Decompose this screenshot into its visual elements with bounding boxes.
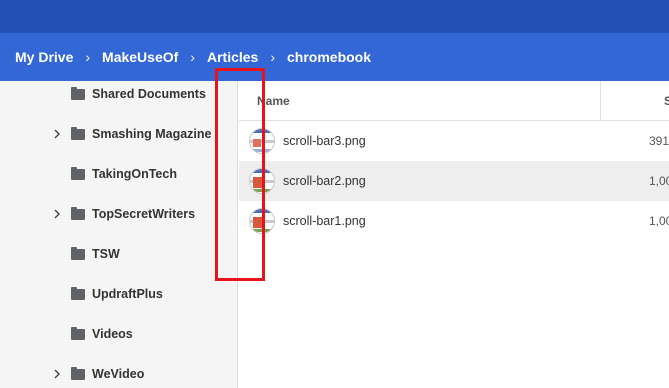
folder-icon — [71, 326, 85, 340]
file-size: 391 — [649, 134, 669, 148]
breadcrumb-articles[interactable]: Articles — [207, 49, 258, 65]
folder-icon — [71, 366, 85, 380]
tree-item-label: TSW — [92, 247, 120, 261]
tree-item-label: TopSecretWriters — [92, 207, 196, 221]
column-divider[interactable] — [600, 81, 601, 121]
breadcrumb-separator-icon: › — [190, 49, 195, 65]
tree-item-label: Shared Documents — [92, 87, 206, 101]
folder-icon — [71, 246, 85, 260]
tree-item-label: UpdraftPlus — [92, 287, 163, 301]
chevron-right-icon[interactable] — [52, 368, 62, 380]
image-thumbnail-icon — [249, 128, 275, 154]
folder-icon — [71, 286, 85, 300]
tree-item-videos[interactable]: Videos — [0, 314, 237, 354]
file-row[interactable]: scroll-bar3.png 391 — [239, 121, 669, 161]
breadcrumb: My Drive › MakeUseOf › Articles › chrome… — [0, 33, 669, 81]
chevron-right-icon[interactable] — [52, 128, 62, 140]
folder-icon — [71, 126, 85, 140]
column-header-name[interactable]: Name — [257, 94, 290, 108]
file-size: 1,008 — [649, 214, 669, 228]
tree-item-topsecretwriters[interactable]: TopSecretWriters — [0, 194, 237, 234]
file-list: Name S scroll-bar3.png 391 scroll-bar2.p… — [239, 81, 669, 388]
breadcrumb-my-drive[interactable]: My Drive — [15, 49, 73, 65]
tree-item-updraftplus[interactable]: UpdraftPlus — [0, 274, 237, 314]
breadcrumb-makeuseof[interactable]: MakeUseOf — [102, 49, 178, 65]
image-thumbnail-icon — [249, 168, 275, 194]
folder-icon — [71, 206, 85, 220]
breadcrumb-separator-icon: › — [270, 49, 275, 65]
tree-item-tsw[interactable]: TSW — [0, 234, 237, 274]
folder-icon — [71, 166, 85, 180]
folder-tree: Shared Documents Smashing Magazine Takin… — [0, 81, 238, 388]
breadcrumb-separator-icon: › — [85, 49, 91, 65]
file-name: scroll-bar1.png — [283, 214, 366, 228]
file-row[interactable]: scroll-bar2.png 1,008 — [239, 161, 669, 201]
tree-item-label: WeVideo — [92, 367, 145, 381]
chevron-right-icon[interactable] — [52, 208, 62, 220]
tree-item-label: Smashing Magazine — [92, 127, 212, 141]
tree-item-label: Videos — [92, 327, 133, 341]
column-header-size[interactable]: S — [664, 94, 669, 108]
window-top-bar — [0, 0, 669, 33]
file-size: 1,008 — [649, 174, 669, 188]
file-name: scroll-bar3.png — [283, 134, 366, 148]
file-list-header: Name S — [239, 81, 669, 121]
file-name: scroll-bar2.png — [283, 174, 366, 188]
tree-item-takingontech[interactable]: TakingOnTech — [0, 154, 237, 194]
image-thumbnail-icon — [249, 208, 275, 234]
tree-item-label: TakingOnTech — [92, 167, 177, 181]
breadcrumb-chromebook[interactable]: chromebook — [287, 49, 371, 65]
tree-item-wevideo[interactable]: WeVideo — [0, 354, 237, 388]
folder-icon — [71, 86, 85, 100]
tree-item-shared-documents[interactable]: Shared Documents — [0, 81, 237, 114]
tree-item-smashing-magazine[interactable]: Smashing Magazine — [0, 114, 237, 154]
file-row[interactable]: scroll-bar1.png 1,008 — [239, 201, 669, 241]
